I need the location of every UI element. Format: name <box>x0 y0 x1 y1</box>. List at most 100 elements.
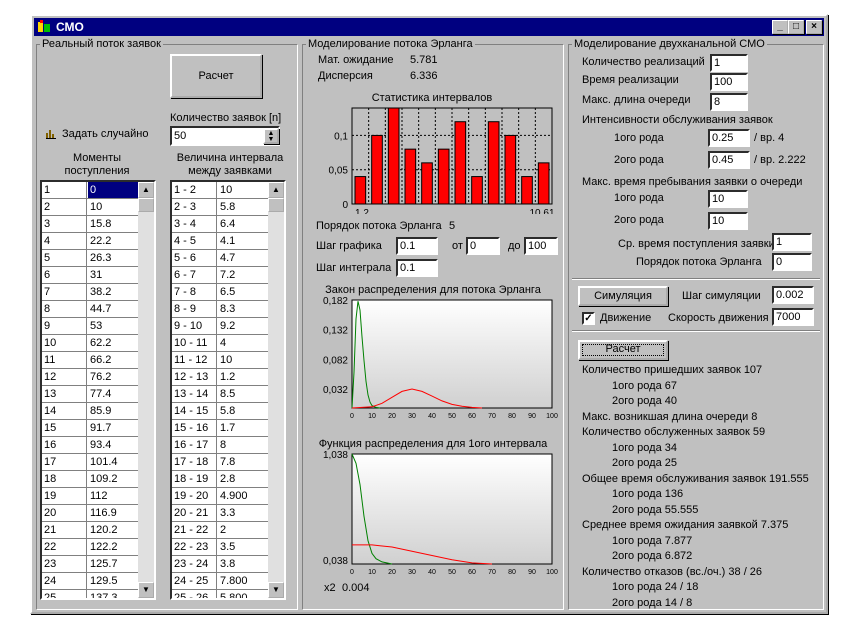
row-value[interactable]: 7.2 <box>218 267 268 283</box>
scroll-down-button[interactable]: ▼ <box>138 582 154 598</box>
list-row[interactable]: 9 53 <box>42 318 138 335</box>
row-value[interactable]: 5.8 <box>218 199 268 215</box>
type1-input[interactable]: 0.25 <box>708 129 750 147</box>
row-value[interactable]: 3.8 <box>218 556 268 572</box>
erlang-order-input[interactable]: 0 <box>772 253 812 271</box>
type2-input[interactable]: 0.45 <box>708 151 750 169</box>
simulate-button[interactable]: Симуляция <box>578 286 668 306</box>
list-row[interactable]: 15 91.7 <box>42 420 138 437</box>
count-spinner[interactable]: ▲ ▼ <box>263 128 279 144</box>
to-input[interactable]: 100 <box>524 237 558 255</box>
row-value[interactable]: 125.7 <box>88 556 138 572</box>
row-value[interactable]: 101.4 <box>88 454 138 470</box>
list-row[interactable]: 3 15.8 <box>42 216 138 233</box>
list-row[interactable]: 16 - 17 8 <box>172 437 268 454</box>
row-value[interactable]: 91.7 <box>88 420 138 436</box>
intervals-scrollbar[interactable]: ▲ ▼ <box>268 182 284 598</box>
list-row[interactable]: 15 - 16 1.7 <box>172 420 268 437</box>
list-row[interactable]: 23 - 24 3.8 <box>172 556 268 573</box>
list-row[interactable]: 12 - 13 1.2 <box>172 369 268 386</box>
list-row[interactable]: 11 - 12 10 <box>172 352 268 369</box>
left-calc-button[interactable]: Расчет <box>170 54 262 98</box>
row-value[interactable]: 93.4 <box>88 437 138 453</box>
motion-checkbox[interactable]: ✓ <box>582 312 595 325</box>
list-row[interactable]: 6 31 <box>42 267 138 284</box>
minimize-button[interactable]: _ <box>772 20 788 34</box>
row-value[interactable]: 53 <box>88 318 138 334</box>
list-row[interactable]: 13 - 14 8.5 <box>172 386 268 403</box>
list-row[interactable]: 9 - 10 9.2 <box>172 318 268 335</box>
list-row[interactable]: 14 - 15 5.8 <box>172 403 268 420</box>
row-value[interactable]: 66.2 <box>88 352 138 368</box>
list-row[interactable]: 19 - 20 4.900 <box>172 488 268 505</box>
row-value[interactable]: 0 <box>88 182 138 198</box>
row-value[interactable]: 120.2 <box>88 522 138 538</box>
list-row[interactable]: 7 - 8 6.5 <box>172 284 268 301</box>
list-row[interactable]: 10 - 11 4 <box>172 335 268 352</box>
row-value[interactable]: 137.3 <box>88 590 138 598</box>
step-input[interactable]: 0.1 <box>396 237 438 255</box>
close-button[interactable]: × <box>806 20 822 34</box>
list-row[interactable]: 5 26.3 <box>42 250 138 267</box>
intervals-list[interactable]: 1 - 2 10 2 - 3 5.8 3 - 4 6.4 4 - 5 4.1 5 - 6 4.7 6… <box>170 180 286 600</box>
int-step-input[interactable]: 0.1 <box>396 259 438 277</box>
row-value[interactable]: 10 <box>218 352 268 368</box>
scroll-up-button[interactable]: ▲ <box>138 182 154 198</box>
row-value[interactable]: 7.800 <box>218 573 268 589</box>
moments-list[interactable]: 1 0 2 10 3 15.8 4 22.2 5 26.3 6 31 7 38.2 8 44.7 9 53 10 62… <box>40 180 156 600</box>
stay1-input[interactable]: 10 <box>708 190 748 208</box>
right-calc-button[interactable]: Расчет <box>578 340 668 360</box>
row-value[interactable]: 116.9 <box>88 505 138 521</box>
row-value[interactable]: 129.5 <box>88 573 138 589</box>
list-row[interactable]: 5 - 6 4.7 <box>172 250 268 267</box>
list-row[interactable]: 25 - 26 5.800 <box>172 590 268 598</box>
row-value[interactable]: 112 <box>88 488 138 504</box>
list-row[interactable]: 11 66.2 <box>42 352 138 369</box>
row-value[interactable]: 8 <box>218 437 268 453</box>
max-queue-input[interactable]: 8 <box>710 93 748 111</box>
list-row[interactable]: 18 - 19 2.8 <box>172 471 268 488</box>
list-row[interactable]: 10 <box>42 182 138 199</box>
list-row[interactable]: 17 - 18 7.8 <box>172 454 268 471</box>
random-link[interactable]: Задать случайно <box>62 128 149 140</box>
row-value[interactable]: 9.2 <box>218 318 268 334</box>
list-row[interactable]: 22 122.2 <box>42 539 138 556</box>
list-row[interactable]: 1 - 2 10 <box>172 182 268 199</box>
stay2-input[interactable]: 10 <box>708 212 748 230</box>
list-row[interactable]: 19 112 <box>42 488 138 505</box>
row-value[interactable]: 15.8 <box>88 216 138 232</box>
row-value[interactable]: 10 <box>218 182 268 198</box>
row-value[interactable]: 122.2 <box>88 539 138 555</box>
list-row[interactable]: 10 62.2 <box>42 335 138 352</box>
maximize-button[interactable]: □ <box>788 20 804 34</box>
list-row[interactable]: 12 76.2 <box>42 369 138 386</box>
row-value[interactable]: 44.7 <box>88 301 138 317</box>
row-value[interactable]: 1.7 <box>218 420 268 436</box>
impl-time-input[interactable]: 100 <box>710 73 748 91</box>
moments-scrollbar[interactable]: ▲ ▼ <box>138 182 154 598</box>
row-value[interactable]: 4 <box>218 335 268 351</box>
row-value[interactable]: 26.3 <box>88 250 138 266</box>
row-value[interactable]: 10 <box>88 199 138 215</box>
scroll-down-button[interactable]: ▼ <box>268 582 284 598</box>
list-row[interactable]: 24 129.5 <box>42 573 138 590</box>
list-row[interactable]: 17 101.4 <box>42 454 138 471</box>
list-row[interactable]: 23 125.7 <box>42 556 138 573</box>
row-value[interactable]: 1.2 <box>218 369 268 385</box>
row-value[interactable]: 38.2 <box>88 284 138 300</box>
row-value[interactable]: 2.8 <box>218 471 268 487</box>
list-row[interactable]: 16 93.4 <box>42 437 138 454</box>
list-row[interactable]: 20 116.9 <box>42 505 138 522</box>
row-value[interactable]: 5.8 <box>218 403 268 419</box>
row-value[interactable]: 4.1 <box>218 233 268 249</box>
sim-step-input[interactable]: 0.002 <box>772 286 814 304</box>
row-value[interactable]: 22.2 <box>88 233 138 249</box>
scroll-thumb[interactable] <box>268 198 284 212</box>
list-row[interactable]: 7 38.2 <box>42 284 138 301</box>
list-row[interactable]: 4 - 5 4.1 <box>172 233 268 250</box>
title-bar[interactable]: СМО _ □ × <box>34 18 824 36</box>
row-value[interactable]: 3.5 <box>218 539 268 555</box>
row-value[interactable]: 62.2 <box>88 335 138 351</box>
list-row[interactable]: 13 77.4 <box>42 386 138 403</box>
speed-input[interactable]: 7000 <box>772 308 814 326</box>
